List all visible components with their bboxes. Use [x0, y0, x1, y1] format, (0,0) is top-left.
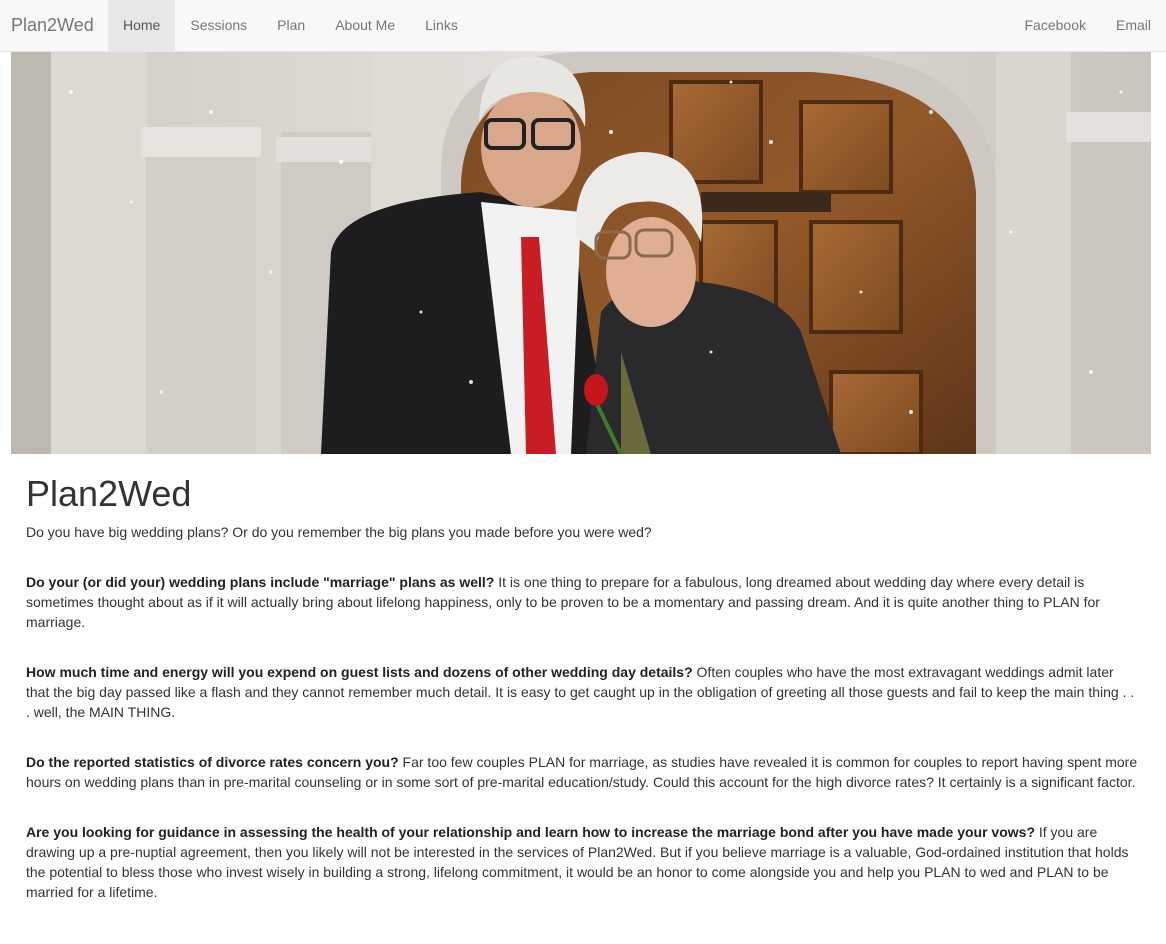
- section-question: Are you looking for guidance in assessin…: [26, 824, 1035, 840]
- hero-image: [11, 52, 1151, 454]
- nav-item-links[interactable]: Links: [410, 0, 473, 51]
- nav-item-about-me[interactable]: About Me: [320, 0, 410, 51]
- nav-right-menu: Facebook Email: [1010, 0, 1166, 51]
- section-paragraph-3: Do the reported statistics of divorce ra…: [26, 752, 1140, 792]
- nav-item-facebook[interactable]: Facebook: [1010, 0, 1101, 51]
- main-content: Plan2Wed Do you have big wedding plans? …: [26, 470, 1140, 932]
- section-paragraph-1: Do your (or did your) wedding plans incl…: [26, 572, 1140, 632]
- nav-left-menu: Home Sessions Plan About Me Links: [108, 0, 473, 51]
- section-question: Do the reported statistics of divorce ra…: [26, 754, 399, 770]
- page-title: Plan2Wed: [26, 473, 192, 514]
- section-paragraph-2: How much time and energy will you expend…: [26, 662, 1140, 722]
- section-question: How much time and energy will you expend…: [26, 664, 693, 680]
- nav-item-email[interactable]: Email: [1101, 0, 1166, 51]
- nav-item-sessions[interactable]: Sessions: [175, 0, 262, 51]
- brand-link[interactable]: Plan2Wed: [11, 0, 94, 51]
- nav-item-home[interactable]: Home: [108, 0, 176, 51]
- top-navbar: Plan2Wed Home Sessions Plan About Me Lin…: [0, 0, 1166, 52]
- intro-paragraph: Do you have big wedding plans? Or do you…: [26, 524, 652, 540]
- section-question: Do your (or did your) wedding plans incl…: [26, 574, 495, 590]
- nav-item-plan[interactable]: Plan: [262, 0, 320, 51]
- section-paragraph-4: Are you looking for guidance in assessin…: [26, 822, 1140, 902]
